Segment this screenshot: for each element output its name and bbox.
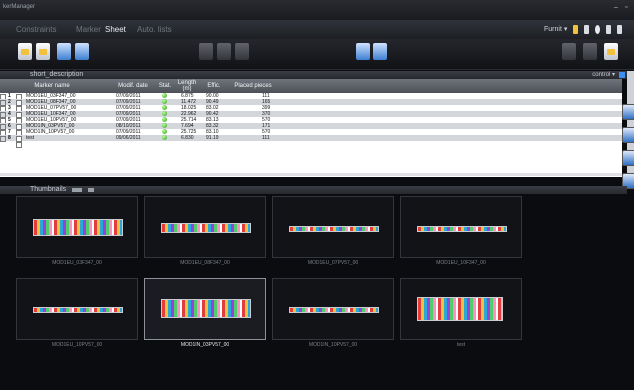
minimize-icon[interactable]: – bbox=[614, 4, 618, 11]
col-effic[interactable]: Effic. bbox=[205, 79, 223, 93]
status-icon bbox=[162, 123, 167, 128]
thumbnail-card[interactable]: MOD1IN_10PV57_00 bbox=[272, 278, 394, 348]
furnit-menu[interactable]: Furnit ▾ bbox=[544, 25, 567, 33]
gear-icon[interactable] bbox=[595, 25, 600, 34]
open-document-icon[interactable] bbox=[36, 43, 50, 60]
marker-table: Marker name Modif. date Stat. Length (m) … bbox=[0, 79, 622, 177]
tab-constraints[interactable]: Constraints bbox=[14, 24, 58, 36]
status-icon bbox=[162, 129, 167, 134]
paste-icon[interactable] bbox=[235, 43, 249, 60]
marker-preview bbox=[417, 297, 503, 321]
col-placed-pieces[interactable]: Placed pieces bbox=[230, 79, 276, 93]
control-label: control bbox=[592, 72, 611, 78]
description-panel-header: short_description control ▾ bbox=[0, 71, 627, 79]
print-setup-icon[interactable] bbox=[583, 43, 597, 60]
col-modif-date[interactable]: Modif. date bbox=[113, 79, 153, 93]
tab-auto-lists[interactable]: Auto. lists bbox=[135, 24, 174, 36]
thumbnail-card-selected[interactable]: MOD1IN_03PV57_00 bbox=[144, 278, 266, 348]
copy-icon[interactable] bbox=[217, 43, 231, 60]
toolbar bbox=[0, 39, 634, 70]
thumbnail-options-icon[interactable] bbox=[88, 188, 94, 192]
thumbnail-caption: MOD1EU_07PV57_00 bbox=[307, 260, 359, 266]
col-length[interactable]: Length (m) bbox=[176, 80, 198, 92]
status-icon bbox=[162, 93, 167, 98]
horizontal-scrollbar[interactable] bbox=[0, 173, 622, 176]
thumbnail-caption: MOD1EU_10F347_00 bbox=[436, 260, 486, 266]
thumbnail-card[interactable]: MOD1EU_08F347_00 bbox=[144, 196, 266, 266]
marker-preview bbox=[417, 226, 507, 232]
thumbnail-caption: MOD1EU_10PV57_00 bbox=[51, 342, 103, 348]
import-icon[interactable] bbox=[356, 43, 370, 60]
thumbnail-caption: MOD1IN_10PV57_00 bbox=[308, 342, 358, 348]
thumbnail-card[interactable]: MOD1EU_10PV57_00 bbox=[16, 278, 138, 348]
col-marker-name[interactable]: Marker name bbox=[30, 79, 74, 93]
marker-preview bbox=[289, 307, 379, 313]
print-icon[interactable] bbox=[562, 43, 576, 60]
col-stat[interactable]: Stat. bbox=[157, 79, 173, 93]
thumbnail-caption: MOD1IN_03PV57_00 bbox=[180, 342, 230, 348]
cut-icon[interactable] bbox=[199, 43, 213, 60]
tab-marker[interactable]: Marker bbox=[74, 24, 103, 36]
thumbnail-card[interactable]: test bbox=[400, 278, 522, 348]
thumbnails-grid: MOD1EU_03F347_00 MOD1EU_08F347_00 MOD1EU… bbox=[0, 194, 634, 390]
refresh-icon[interactable] bbox=[622, 150, 634, 166]
furnit-label: Furnit bbox=[544, 26, 562, 33]
window-title: kerManager bbox=[3, 4, 36, 10]
table-row-empty[interactable] bbox=[0, 141, 622, 148]
thumbnail-card[interactable]: MOD1EU_10F347_00 bbox=[400, 196, 522, 266]
help-icon[interactable] bbox=[617, 25, 622, 34]
bulb-icon[interactable] bbox=[573, 25, 578, 34]
control-menu[interactable]: control ▾ bbox=[592, 71, 615, 79]
table-header: Marker name Modif. date Stat. Length (m) … bbox=[0, 79, 622, 93]
rotate-icon[interactable] bbox=[373, 43, 387, 60]
layout-icon[interactable] bbox=[604, 43, 618, 60]
book-icon[interactable] bbox=[606, 25, 611, 34]
marker-preview bbox=[161, 223, 251, 233]
title-bar: kerManager – ▫ bbox=[0, 0, 634, 20]
panel-pin-icon[interactable] bbox=[619, 72, 625, 78]
col-length-unit: (m) bbox=[182, 86, 192, 92]
app-window: kerManager – ▫ Constraints Marker Sheet … bbox=[0, 0, 634, 390]
thumbnail-caption: test bbox=[456, 342, 466, 348]
description-panel-title: short_description bbox=[30, 71, 84, 78]
status-icon bbox=[162, 135, 167, 140]
marker-preview bbox=[161, 299, 251, 318]
thumbnails-panel-title: Thumbnails bbox=[30, 186, 67, 193]
marker-preview bbox=[33, 307, 123, 313]
thumbnail-card[interactable]: MOD1EU_03F347_00 bbox=[16, 196, 138, 266]
status-icon bbox=[162, 99, 167, 104]
status-icon bbox=[162, 117, 167, 122]
thumbnail-card[interactable]: MOD1EU_07PV57_00 bbox=[272, 196, 394, 266]
tab-bar: Constraints Marker Sheet Auto. lists Fur… bbox=[0, 20, 634, 40]
status-icon bbox=[162, 111, 167, 116]
close-icon[interactable]: ▫ bbox=[625, 4, 627, 11]
thumbnails-panel-header: Thumbnails bbox=[0, 186, 627, 194]
save-icon[interactable] bbox=[57, 43, 71, 60]
zoom-out-icon[interactable] bbox=[622, 127, 634, 143]
tab-sheet[interactable]: Sheet bbox=[103, 24, 128, 36]
new-document-icon[interactable] bbox=[18, 43, 32, 60]
row-checkbox[interactable] bbox=[16, 142, 22, 148]
export-icon[interactable] bbox=[75, 43, 89, 60]
thumbnail-size-icon[interactable] bbox=[72, 188, 82, 192]
zoom-in-icon[interactable] bbox=[622, 104, 634, 120]
thumbnail-caption: MOD1EU_03F347_00 bbox=[52, 260, 102, 266]
document-icon[interactable] bbox=[584, 25, 589, 34]
marker-preview bbox=[289, 226, 379, 232]
thumbnail-caption: MOD1EU_08F347_00 bbox=[180, 260, 230, 266]
marker-preview bbox=[33, 219, 123, 236]
status-icon bbox=[162, 105, 167, 110]
